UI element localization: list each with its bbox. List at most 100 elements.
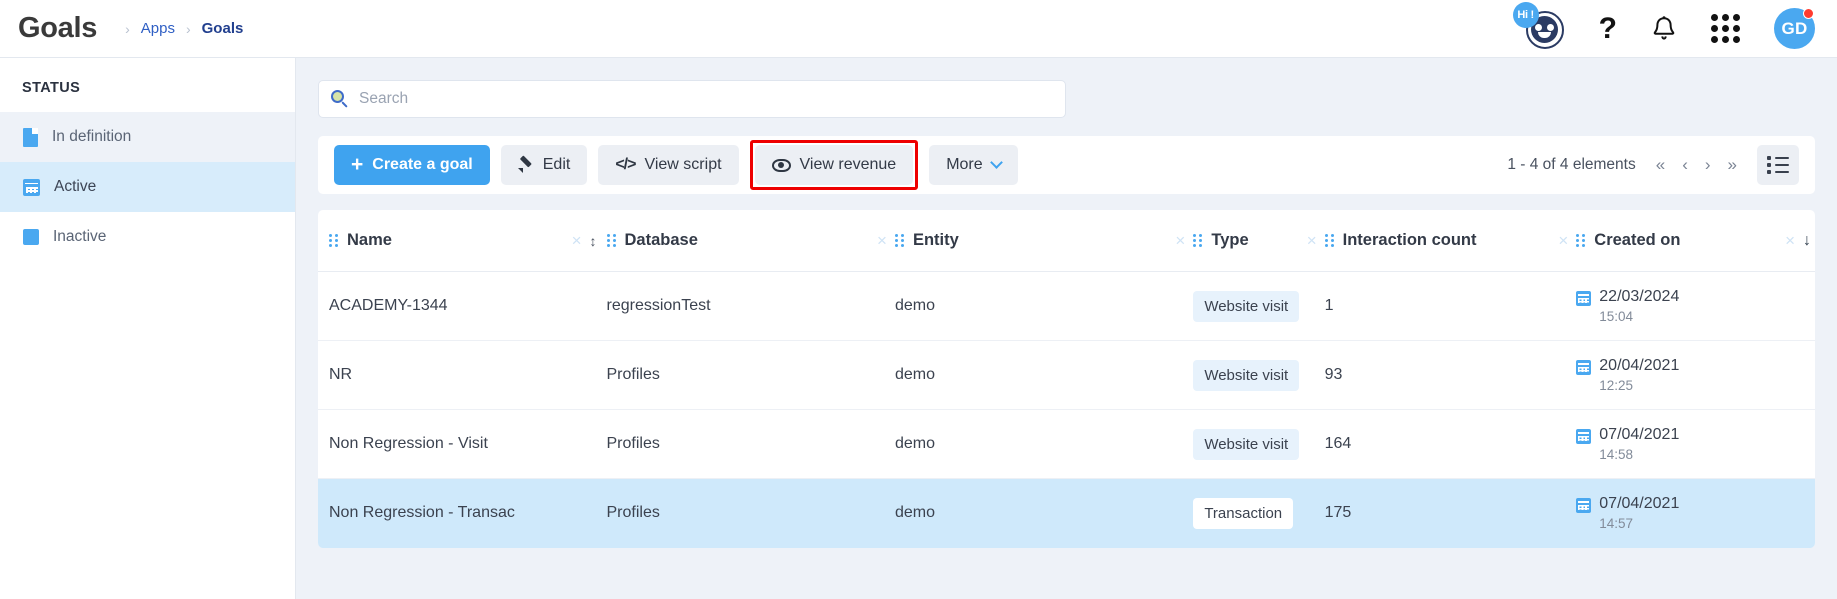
table-header-row: Name × ↕ Database × Entity × Type × Inte… bbox=[318, 210, 1815, 272]
breadcrumb-item-goals[interactable]: Goals bbox=[202, 20, 244, 37]
clear-column-icon[interactable]: × bbox=[572, 231, 590, 251]
cell-database: Profiles bbox=[606, 504, 660, 521]
apps-grid-icon[interactable] bbox=[1711, 14, 1740, 43]
avatar-notification-dot bbox=[1803, 8, 1814, 19]
create-a-goal-button[interactable]: + Create a goal bbox=[334, 145, 490, 185]
view-revenue-button[interactable]: View revenue bbox=[754, 145, 914, 185]
drag-handle-icon[interactable] bbox=[1324, 234, 1334, 247]
pencil-icon bbox=[517, 157, 534, 173]
chevron-down-icon bbox=[989, 156, 1003, 169]
cell-database: regressionTest bbox=[606, 297, 711, 314]
chatbot-greeting-badge: Hi ! bbox=[1512, 1, 1539, 28]
column-header-interaction-count[interactable]: Interaction count × bbox=[1324, 210, 1577, 271]
column-header-name[interactable]: Name × ↕ bbox=[318, 210, 607, 271]
column-header-created-on[interactable]: Created on × ↓ bbox=[1576, 210, 1815, 271]
created-date: 22/03/2024 bbox=[1599, 287, 1680, 305]
search-input[interactable]: Search bbox=[318, 80, 1066, 118]
created-time: 15:04 bbox=[1599, 309, 1634, 325]
cell-entity: demo bbox=[894, 297, 935, 314]
user-avatar-button[interactable]: GD bbox=[1774, 8, 1815, 49]
cell-interaction-count: 1 bbox=[1324, 297, 1334, 314]
sidebar: STATUS In definition Active Inactive bbox=[0, 58, 296, 599]
column-header-database[interactable]: Database × bbox=[606, 210, 895, 271]
column-label: Database bbox=[624, 231, 698, 249]
sidebar-item-label: Active bbox=[54, 178, 97, 195]
code-icon: </> bbox=[615, 156, 636, 173]
cell-interaction-count: 164 bbox=[1324, 435, 1352, 452]
clear-column-icon[interactable]: × bbox=[1785, 231, 1803, 251]
cell-name: NR bbox=[329, 366, 353, 383]
chatbot-assistant-button[interactable]: Hi ! bbox=[1512, 1, 1565, 50]
document-icon bbox=[23, 127, 38, 147]
table-row[interactable]: NR Profiles demo Website visit 93 20/04/2021 1… bbox=[318, 341, 1815, 410]
cell-created-on: 20/04/2021 12:25 bbox=[1576, 341, 1815, 409]
pagination-arrows: « ‹ › » bbox=[1656, 155, 1737, 175]
cell-interaction-count: 93 bbox=[1324, 366, 1343, 383]
square-icon bbox=[23, 229, 39, 245]
sidebar-item-inactive[interactable]: Inactive bbox=[0, 212, 295, 262]
drag-handle-icon[interactable] bbox=[1576, 234, 1586, 247]
column-label: Name bbox=[347, 231, 392, 249]
calendar-icon bbox=[1576, 290, 1592, 306]
table-row[interactable]: Non Regression - Transac Profiles demo Tran… bbox=[318, 479, 1815, 548]
top-bar-actions: Hi ! ? GD bbox=[1512, 1, 1815, 50]
breadcrumb-item-apps[interactable]: Apps bbox=[141, 20, 175, 37]
clear-column-icon[interactable]: × bbox=[1558, 231, 1576, 251]
cell-entity: demo bbox=[894, 504, 935, 521]
table-row[interactable]: ACADEMY-1344 regressionTest demo Website vi… bbox=[318, 272, 1815, 341]
breadcrumb: › Apps › Goals bbox=[125, 20, 243, 37]
clear-column-icon[interactable]: × bbox=[1307, 231, 1325, 251]
created-date: 07/04/2021 bbox=[1599, 494, 1680, 512]
more-button[interactable]: More bbox=[929, 145, 1018, 185]
calendar-icon bbox=[1576, 428, 1592, 444]
more-label: More bbox=[946, 156, 983, 173]
view-revenue-label: View revenue bbox=[799, 156, 897, 173]
body: STATUS In definition Active Inactive Sea… bbox=[0, 58, 1837, 599]
drag-handle-icon[interactable] bbox=[1193, 234, 1203, 247]
cell-database: Profiles bbox=[606, 435, 660, 452]
search-icon bbox=[331, 90, 349, 108]
cell-type: Website visit bbox=[1193, 341, 1324, 409]
breadcrumb-separator-icon: › bbox=[185, 20, 191, 37]
create-a-goal-label: Create a goal bbox=[372, 156, 473, 173]
cell-name: ACADEMY-1344 bbox=[329, 297, 448, 314]
column-label: Interaction count bbox=[1342, 231, 1477, 249]
created-time: 14:58 bbox=[1599, 447, 1634, 463]
status-badge: Website visit bbox=[1193, 428, 1300, 460]
created-date: 20/04/2021 bbox=[1599, 356, 1680, 374]
view-script-button[interactable]: </> View script bbox=[598, 145, 739, 185]
status-badge: Website visit bbox=[1193, 290, 1300, 322]
list-view-button[interactable] bbox=[1757, 145, 1799, 185]
drag-handle-icon[interactable] bbox=[894, 234, 904, 247]
previous-page-icon[interactable]: ‹ bbox=[1682, 155, 1688, 175]
column-label: Created on bbox=[1594, 231, 1681, 249]
edit-button[interactable]: Edit bbox=[500, 145, 588, 185]
sidebar-item-active[interactable]: Active bbox=[0, 162, 295, 212]
table-row[interactable]: Non Regression - Visit Profiles demo Websit… bbox=[318, 410, 1815, 479]
last-page-icon[interactable]: » bbox=[1728, 155, 1737, 175]
created-time: 14:57 bbox=[1599, 516, 1634, 532]
eye-icon bbox=[771, 158, 791, 172]
column-header-type[interactable]: Type × bbox=[1193, 210, 1324, 271]
column-header-entity[interactable]: Entity × bbox=[894, 210, 1193, 271]
sort-descending-icon[interactable]: ↓ bbox=[1803, 232, 1815, 250]
cell-interaction-count: 175 bbox=[1324, 504, 1352, 521]
view-script-label: View script bbox=[644, 156, 722, 173]
sidebar-item-in-definition[interactable]: In definition bbox=[0, 112, 295, 162]
help-button[interactable]: ? bbox=[1599, 13, 1617, 44]
first-page-icon[interactable]: « bbox=[1656, 155, 1665, 175]
clear-column-icon[interactable]: × bbox=[877, 231, 895, 251]
notifications-button[interactable] bbox=[1651, 15, 1677, 43]
clear-column-icon[interactable]: × bbox=[1175, 231, 1193, 251]
sidebar-section-title: STATUS bbox=[22, 80, 81, 96]
sort-toggle-icon[interactable]: ↕ bbox=[590, 233, 607, 249]
column-label: Type bbox=[1211, 231, 1249, 249]
created-time: 12:25 bbox=[1599, 378, 1634, 394]
cell-entity: demo bbox=[894, 435, 935, 452]
cell-created-on: 07/04/2021 14:57 bbox=[1576, 479, 1815, 547]
drag-handle-icon[interactable] bbox=[329, 234, 338, 247]
next-page-icon[interactable]: › bbox=[1705, 155, 1711, 175]
drag-handle-icon[interactable] bbox=[606, 234, 616, 247]
application-window: Goals › Apps › Goals Hi ! ? GD STATUS In… bbox=[0, 0, 1837, 599]
cell-entity: demo bbox=[894, 366, 935, 383]
